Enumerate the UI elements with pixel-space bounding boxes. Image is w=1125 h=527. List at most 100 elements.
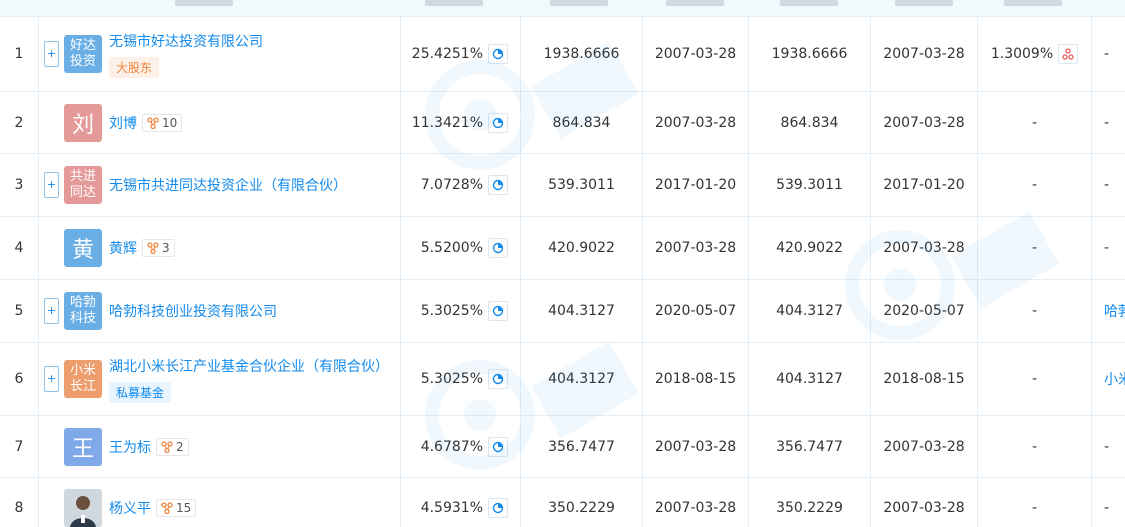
relation-count-badge[interactable]: 3: [142, 239, 175, 257]
shareholder-tag: 大股东: [109, 56, 160, 78]
shareholder-info: 哈勃科技创业投资有限公司: [109, 280, 277, 342]
row-index: 6: [0, 343, 39, 415]
relation-count-badge[interactable]: 15: [156, 499, 197, 517]
pie-chart-icon[interactable]: [488, 112, 508, 133]
table-row: 1 + 好达 投资 无锡市好达投资有限公司 大股东 25.4251% 1938.6666 20…: [0, 17, 1125, 92]
avatar-text: 刘: [71, 113, 94, 138]
paid-date: 2020-05-07: [883, 303, 965, 319]
paid-amount: 356.7477: [776, 438, 843, 455]
last-column-cell: -: [1092, 92, 1125, 153]
row-index: 1: [0, 17, 39, 91]
subscribed-date: 2020-05-07: [654, 303, 737, 319]
shareholder-info: 黄辉 3: [109, 217, 175, 279]
subscribed-amount: 420.9022: [548, 240, 615, 256]
subscribed-amount-cell: 404.3127: [521, 343, 643, 415]
shareholder-line: 哈勃科技创业投资有限公司: [109, 301, 277, 321]
paid-amount-cell: 420.9022: [749, 217, 871, 279]
pie-chart-icon[interactable]: [488, 436, 508, 457]
holding-ratio-cell: 25.4251%: [401, 17, 521, 91]
last-value: -: [1104, 500, 1110, 516]
paid-amount-cell: 404.3127: [749, 343, 871, 415]
holding-ratio: 11.3421%: [411, 114, 483, 131]
expand-button[interactable]: +: [44, 298, 59, 324]
subscribed-date: 2007-03-28: [654, 438, 737, 455]
paid-date: 2007-03-28: [883, 114, 965, 131]
table-row: 2 刘刘博 10 11.3421% 864.834 2007-03-28 864.834 20…: [0, 92, 1125, 154]
paid-date: 2007-03-28: [883, 500, 965, 516]
indirect-ratio: -: [1031, 240, 1038, 256]
relation-count: 10: [162, 115, 178, 130]
avatar: 哈勃 科技: [64, 292, 102, 330]
shareholder-name-link[interactable]: 哈勃科技创业投资有限公司: [109, 301, 277, 321]
holding-ratio: 5.3025%: [420, 303, 483, 319]
holding-ratio-cell: 7.0728%: [401, 154, 521, 216]
pie-chart-icon[interactable]: [488, 369, 508, 389]
header-cell-ratio2: [1004, 0, 1062, 6]
shareholder-info: 王为标 2: [109, 416, 189, 477]
holding-ratio: 25.4251%: [411, 46, 483, 62]
relation-count-badge[interactable]: 10: [142, 113, 183, 132]
shareholder-name-link[interactable]: 杨义平: [109, 498, 151, 518]
indirect-ratio-cell: -: [978, 217, 1092, 279]
relation-count: 3: [162, 241, 170, 255]
table-row: 4 黄黄辉 3 5.5200% 420.9022 2007-03-28 420.9022 20…: [0, 217, 1125, 280]
avatar: 黄: [64, 229, 102, 267]
paid-date-cell: 2007-03-28: [871, 217, 978, 279]
pie-chart-icon[interactable]: [488, 498, 508, 518]
paid-amount: 864.834: [780, 114, 839, 131]
last-column-cell: -: [1092, 217, 1125, 279]
expand-button[interactable]: +: [44, 41, 59, 67]
paid-date-cell: 2007-03-28: [871, 92, 978, 153]
subscribed-date-cell: 2018-08-15: [643, 343, 749, 415]
pie-chart-icon[interactable]: [488, 44, 508, 64]
shareholder-name-link[interactable]: 无锡市共进同达投资企业（有限合伙）: [109, 175, 347, 195]
subscribed-date: 2007-03-28: [654, 114, 737, 131]
shareholder-name-link[interactable]: 无锡市好达投资有限公司: [109, 31, 263, 51]
shareholder-cell: + 好达 投资 无锡市好达投资有限公司 大股东: [39, 17, 401, 91]
shareholder-name-link[interactable]: 刘博: [109, 113, 137, 133]
shareholder-info: 刘博 10: [109, 92, 183, 153]
shareholder-cell: 刘刘博 10: [39, 92, 401, 153]
row-index: 5: [0, 280, 39, 342]
related-link[interactable]: 哈勃: [1104, 301, 1125, 321]
subscribed-date-cell: 2007-03-28: [643, 217, 749, 279]
subscribed-date-cell: 2007-03-28: [643, 478, 749, 527]
shareholder-line: 无锡市好达投资有限公司: [109, 31, 263, 51]
avatar-text: 共进 同达: [69, 169, 96, 200]
paid-amount-cell: 350.2229: [749, 478, 871, 527]
pie-chart-icon[interactable]: [488, 238, 508, 258]
pie-chart-icon[interactable]: [488, 301, 508, 321]
subscribed-date: 2007-03-28: [654, 46, 737, 62]
related-link[interactable]: 小米: [1104, 369, 1125, 389]
row-index: 8: [0, 478, 39, 527]
holding-ratio: 4.5931%: [420, 500, 483, 516]
expand-button[interactable]: +: [44, 172, 59, 198]
shareholder-name-link[interactable]: 湖北小米长江产业基金合伙企业（有限合伙）: [109, 356, 389, 376]
shareholder-name-link[interactable]: 黄辉: [109, 238, 137, 258]
holding-ratio: 5.5200%: [420, 240, 483, 256]
subscribed-date-cell: 2007-03-28: [643, 17, 749, 91]
shareholder-cell: 黄黄辉 3: [39, 217, 401, 279]
paid-date-cell: 2017-01-20: [871, 154, 978, 216]
shareholder-line: 王为标 2: [109, 437, 189, 457]
subscribed-date: 2007-03-28: [654, 500, 737, 516]
person-photo-icon: [64, 489, 102, 527]
subscribed-amount: 404.3127: [548, 371, 615, 387]
equity-path-icon[interactable]: [1058, 44, 1079, 64]
table-row: 5 + 哈勃 科技 哈勃科技创业投资有限公司 5.3025% 404.3127 2020-0…: [0, 280, 1125, 343]
last-value: -: [1104, 240, 1110, 256]
expand-button[interactable]: +: [44, 366, 59, 392]
relation-count: 2: [176, 439, 184, 454]
shareholder-name-link[interactable]: 王为标: [109, 437, 151, 457]
paid-date-cell: 2007-03-28: [871, 416, 978, 477]
shareholder-cell: 杨义平 15: [39, 478, 401, 527]
avatar: 共进 同达: [64, 166, 102, 204]
header-cell-paid-date: [895, 0, 953, 6]
pie-chart-icon[interactable]: [488, 175, 508, 195]
last-value: -: [1104, 177, 1110, 193]
subscribed-amount: 404.3127: [548, 303, 615, 319]
holding-ratio-cell: 4.6787%: [401, 416, 521, 477]
last-column-cell: -: [1092, 17, 1125, 91]
relation-count-badge[interactable]: 2: [156, 437, 189, 456]
paid-amount: 539.3011: [776, 177, 843, 193]
